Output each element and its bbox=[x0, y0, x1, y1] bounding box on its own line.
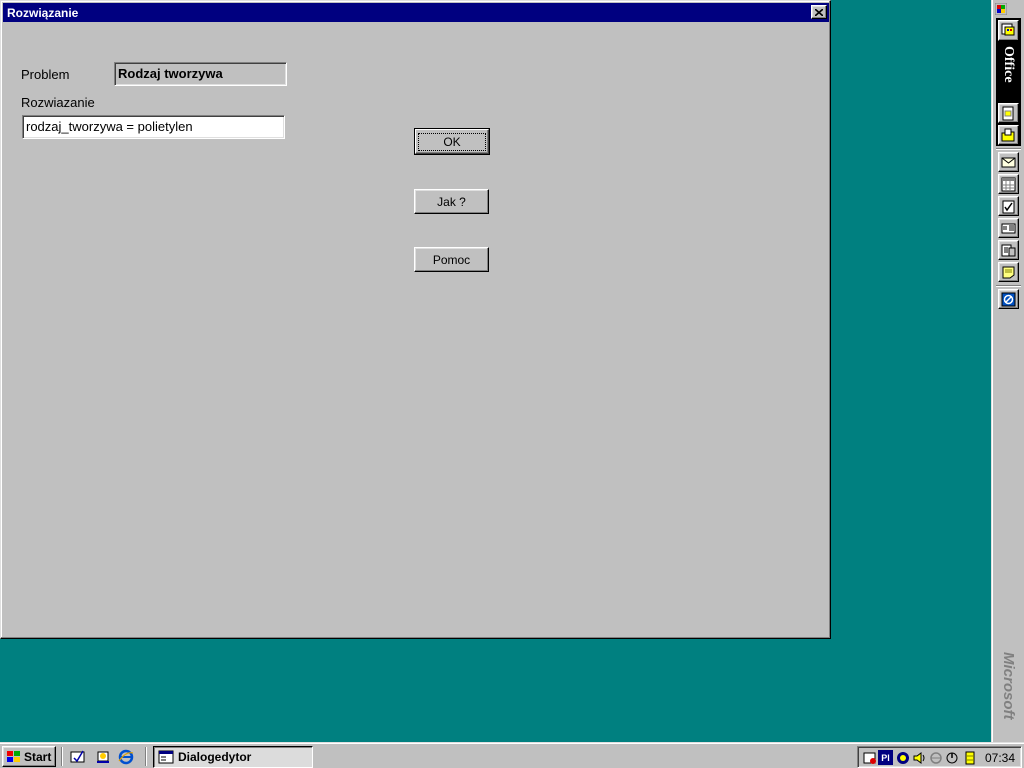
getting-results-button[interactable] bbox=[998, 289, 1019, 309]
clock: 07:34 bbox=[984, 751, 1015, 765]
start-button[interactable]: Start bbox=[2, 746, 56, 767]
quicklaunch-desktop[interactable] bbox=[69, 748, 87, 766]
close-icon bbox=[815, 8, 823, 16]
show-desktop-icon bbox=[70, 750, 85, 763]
new-task-button[interactable] bbox=[998, 196, 1019, 216]
solution-input[interactable]: rodzaj_tworzywa = polietylen bbox=[22, 115, 285, 139]
office-logo-icon[interactable] bbox=[995, 3, 1007, 15]
open-office-document-icon bbox=[1001, 128, 1015, 141]
tray-volume[interactable] bbox=[911, 750, 926, 765]
new-contact-button[interactable] bbox=[998, 218, 1019, 238]
quicklaunch-channels[interactable] bbox=[94, 748, 112, 766]
language-indicator[interactable]: Pl bbox=[878, 750, 893, 765]
new-appointment-button[interactable] bbox=[998, 174, 1019, 194]
new-office-document-icon bbox=[1002, 106, 1014, 120]
ok-button[interactable]: OK bbox=[414, 128, 490, 155]
new-note-button[interactable] bbox=[998, 262, 1019, 282]
new-office-document-button[interactable] bbox=[998, 103, 1019, 123]
office-menu-icon bbox=[1001, 23, 1015, 36]
office-bar-separator bbox=[996, 285, 1021, 287]
tray-battery[interactable] bbox=[962, 750, 977, 765]
task-label: Dialogedytor bbox=[178, 750, 252, 764]
system-tray: Pl 07:34 bbox=[857, 746, 1022, 768]
problem-label: Problem bbox=[21, 67, 70, 82]
office-menu-button[interactable] bbox=[998, 20, 1019, 41]
start-label: Start bbox=[24, 749, 52, 764]
office-shortcut-bar: Office bbox=[991, 0, 1024, 742]
solution-label: Rozwiazanie bbox=[21, 95, 95, 110]
volume-icon bbox=[913, 751, 924, 764]
new-journal-entry-button[interactable] bbox=[998, 240, 1019, 260]
modem-icon bbox=[929, 751, 942, 764]
taskbar-separator bbox=[145, 747, 147, 766]
problem-value-field: Rodzaj tworzywa bbox=[114, 62, 287, 86]
title-bar[interactable]: Rozwiązanie bbox=[3, 3, 829, 22]
dialog-window: Rozwiązanie Problem Rodzaj tworzywa Rozw… bbox=[0, 0, 831, 639]
tray-scheduler[interactable] bbox=[862, 750, 877, 765]
power-icon bbox=[946, 752, 957, 763]
channels-icon bbox=[97, 751, 109, 763]
new-message-icon bbox=[1001, 157, 1016, 167]
network-icon bbox=[896, 751, 909, 764]
how-button[interactable]: Jak ? bbox=[414, 189, 489, 214]
tray-network[interactable] bbox=[895, 750, 910, 765]
tray-power[interactable] bbox=[944, 750, 959, 765]
open-office-document-button[interactable] bbox=[998, 125, 1019, 145]
new-journal-entry-icon bbox=[1001, 244, 1016, 256]
internet-explorer-icon bbox=[118, 749, 134, 765]
help-button[interactable]: Pomoc bbox=[414, 247, 489, 272]
task-scheduler-icon bbox=[863, 752, 876, 764]
new-contact-icon bbox=[1001, 223, 1016, 233]
office-title: Office bbox=[1001, 46, 1016, 83]
microsoft-brand: Microsoft bbox=[1000, 652, 1017, 720]
new-appointment-icon bbox=[1001, 177, 1016, 191]
dialog-window-icon bbox=[158, 750, 174, 764]
battery-icon bbox=[965, 751, 974, 764]
window-title: Rozwiązanie bbox=[7, 6, 79, 20]
new-message-button[interactable] bbox=[998, 152, 1019, 172]
new-task-icon bbox=[1002, 200, 1015, 213]
tray-modem[interactable] bbox=[928, 750, 943, 765]
taskbar: Start Dialogedytor Pl 07:34 bbox=[0, 742, 1024, 768]
new-note-icon bbox=[1002, 266, 1015, 278]
taskbar-task-dialogedytor[interactable]: Dialogedytor bbox=[153, 746, 313, 768]
windows-logo-icon bbox=[7, 750, 20, 762]
getting-results-icon bbox=[1001, 292, 1016, 306]
close-button[interactable] bbox=[811, 5, 827, 19]
taskbar-separator bbox=[61, 747, 63, 766]
office-bar-separator bbox=[996, 148, 1021, 150]
quicklaunch-internet-explorer[interactable] bbox=[117, 748, 135, 766]
ok-button-label: OK bbox=[418, 132, 486, 151]
